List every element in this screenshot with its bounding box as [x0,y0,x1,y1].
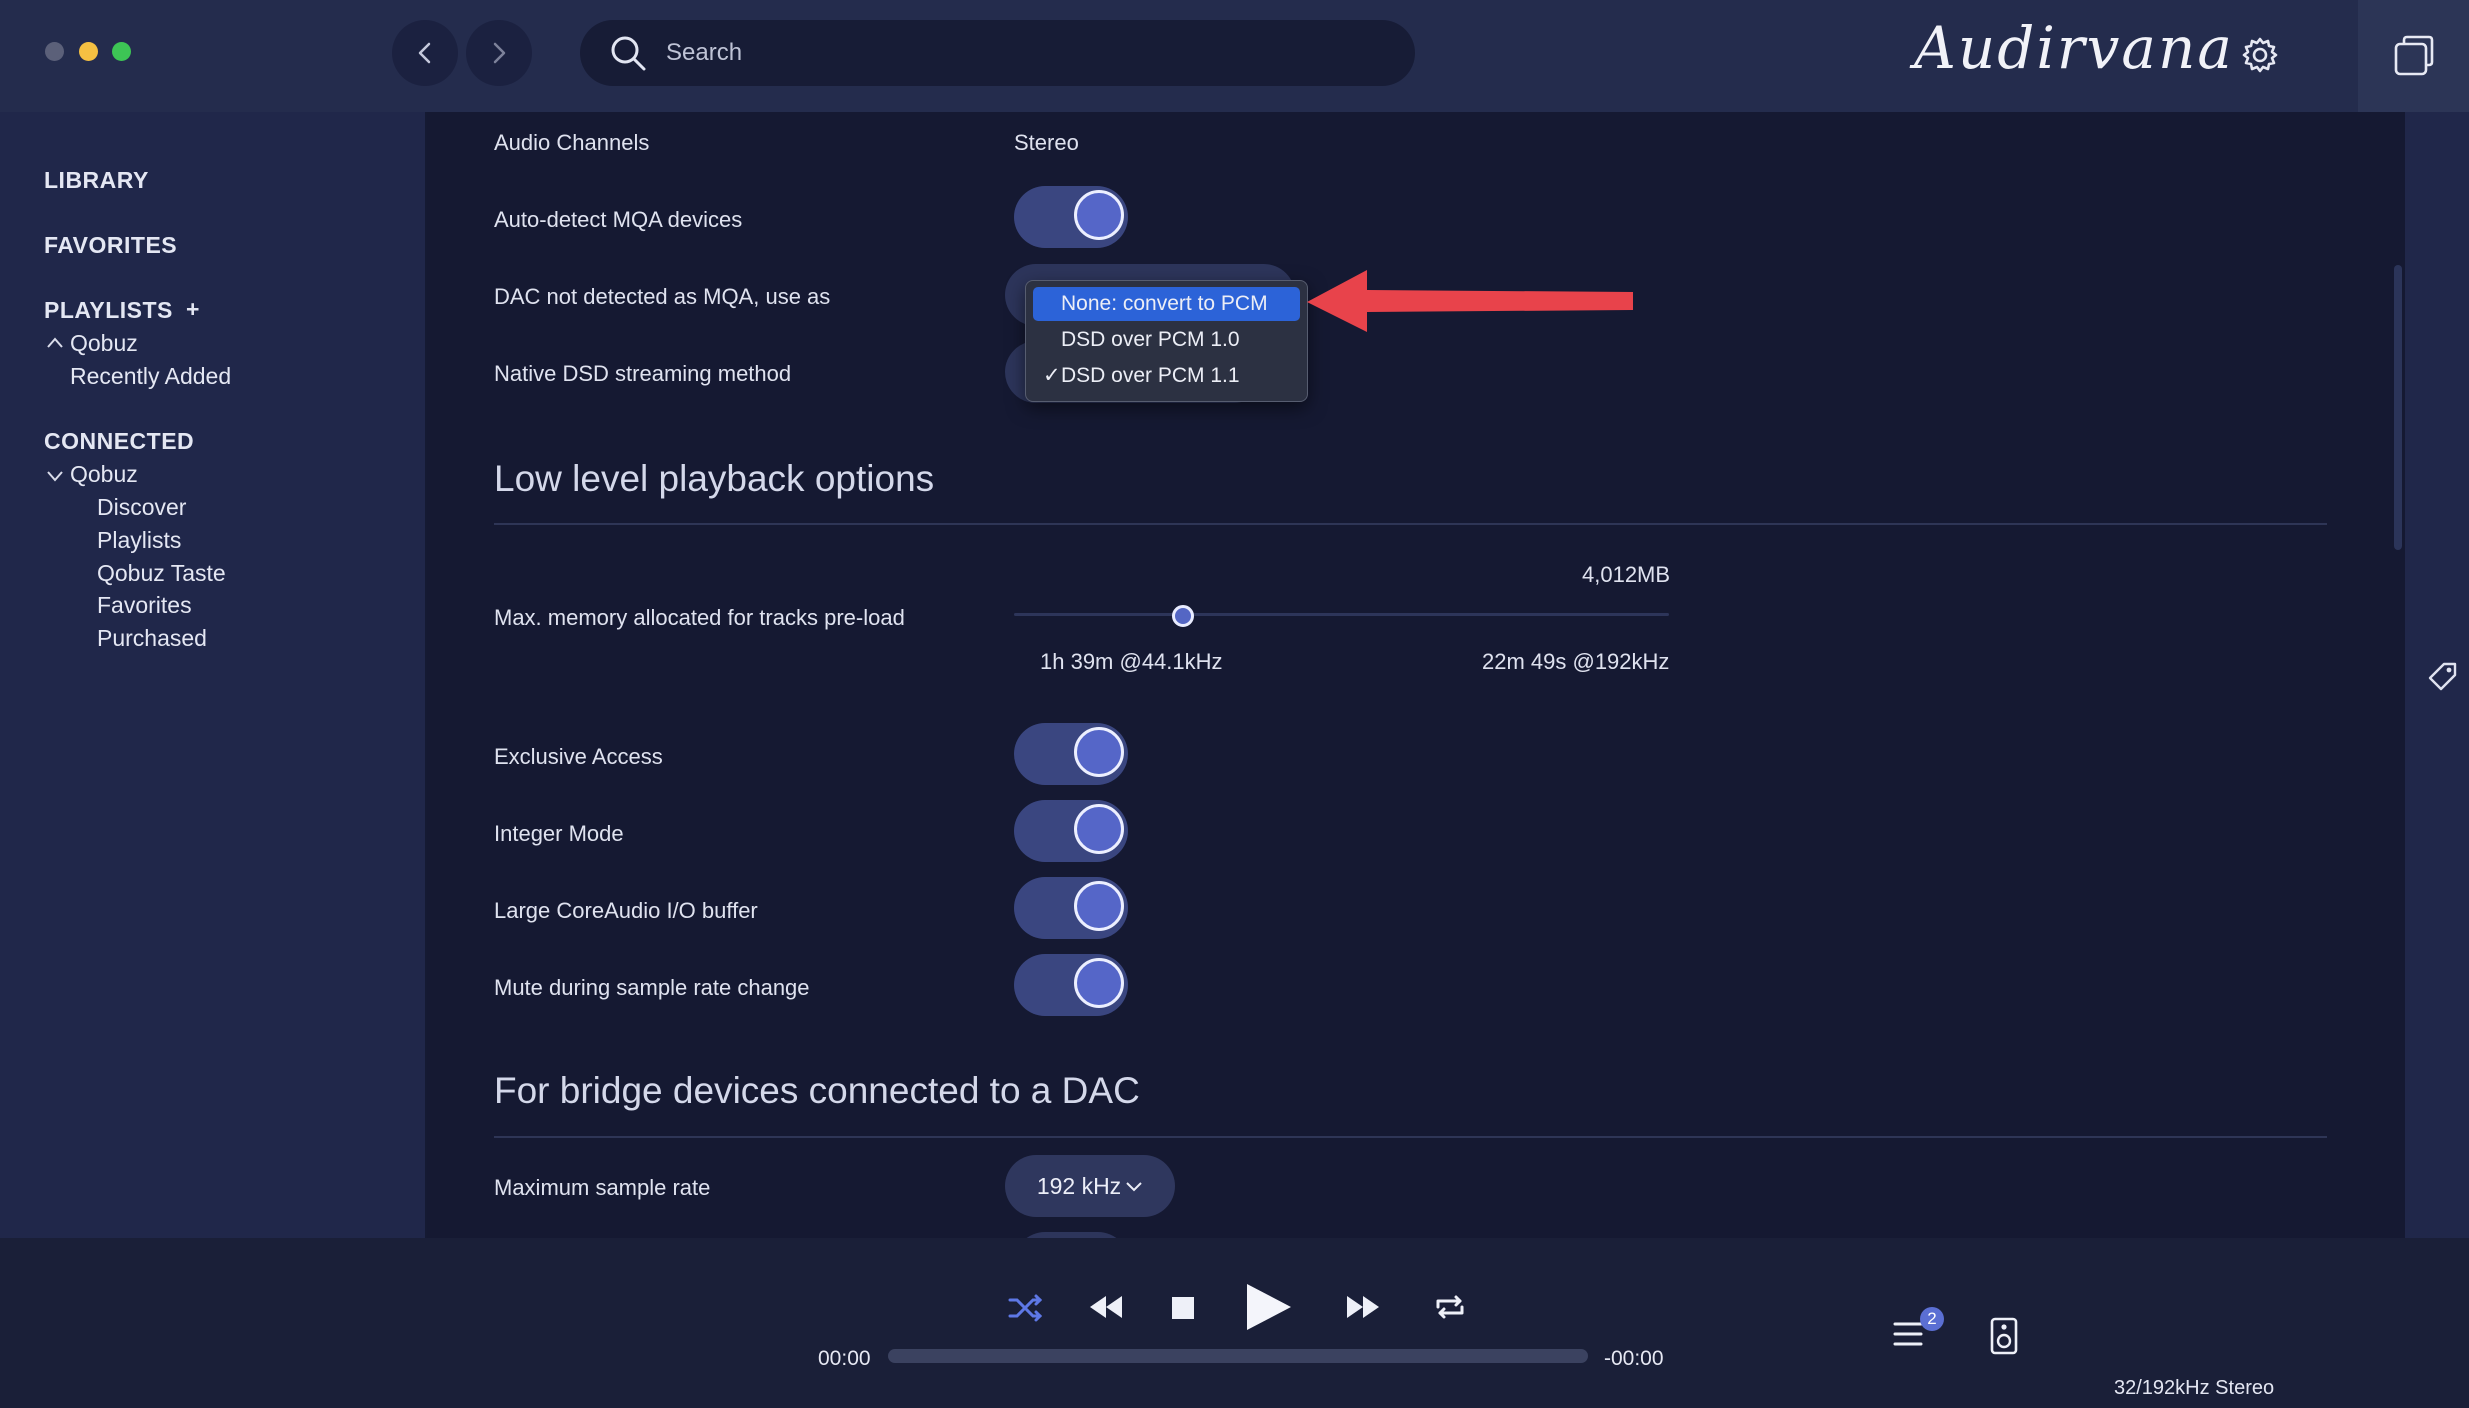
repeat-icon[interactable] [1434,1293,1466,1321]
memory-label: Max. memory allocated for tracks pre-loa… [494,605,905,630]
mute-sample-rate-label: Mute during sample rate change [494,975,810,1000]
audio-channels-value: Stereo [1014,130,1079,155]
title-bar: Audirvana [0,0,2469,112]
sidebar-item-qobuz-connected[interactable]: Qobuz [70,461,138,488]
speaker-icon[interactable] [1990,1317,2018,1355]
sidebar-item-purchased[interactable]: Purchased [97,625,207,652]
menu-item-dsd-over-pcm-11[interactable]: ✓ DSD over PCM 1.1 [1033,359,1300,393]
toggle-knob [1074,958,1124,1008]
search-input[interactable] [664,38,1368,68]
red-arrow-annotation [1307,270,1633,332]
chevron-up-icon[interactable] [46,336,64,350]
sidebar-item-playlists-qobuz[interactable]: Playlists [97,527,181,554]
sidebar-item-discover[interactable]: Discover [97,494,186,521]
exclusive-access-label: Exclusive Access [494,744,663,769]
sidebar-item-favorites[interactable]: FAVORITES [44,232,177,259]
forward-button[interactable] [466,20,532,86]
low-level-section-title: Low level playback options [494,458,935,499]
sidebar: LIBRARY FAVORITES PLAYLISTS + Qobuz Rece… [0,112,427,1238]
memory-slider-thumb[interactable] [1172,605,1194,627]
dac-mode-popup-menu: None: convert to PCM DSD over PCM 1.0 ✓ … [1025,280,1308,402]
search-icon [611,36,646,71]
sidebar-item-favorites-qobuz[interactable]: Favorites [97,592,192,619]
mqa-autodetect-toggle[interactable] [1014,186,1128,248]
chevron-left-icon [418,42,431,64]
sidebar-item-qobuz-taste[interactable]: Qobuz Taste [97,560,226,587]
sidebar-item-playlists[interactable]: PLAYLISTS [44,297,173,324]
back-button[interactable] [392,20,458,86]
section-divider [494,1136,2327,1138]
mute-sample-rate-toggle[interactable] [1014,954,1128,1016]
toggle-knob [1074,881,1124,931]
dac-not-mqa-label: DAC not detected as MQA, use as [494,284,831,309]
mqa-autodetect-label: Auto-detect MQA devices [494,207,743,232]
settings-scrollbar[interactable] [2394,265,2402,550]
fast-forward-icon[interactable] [1345,1294,1381,1320]
integer-mode-toggle[interactable] [1014,800,1128,862]
max-sample-rate-dropdown[interactable]: 192 kHz [1005,1155,1175,1217]
native-dsd-label: Native DSD streaming method [494,361,792,386]
rewind-icon[interactable] [1088,1294,1124,1320]
queue-icon[interactable] [1893,1320,1923,1348]
integer-mode-label: Integer Mode [494,821,624,846]
menu-item-none-convert-pcm[interactable]: None: convert to PCM [1033,287,1300,321]
toggle-knob [1074,190,1124,240]
coreaudio-buffer-toggle[interactable] [1014,877,1128,939]
app-logo: Audirvana [1914,14,2234,82]
add-playlist-button[interactable]: + [186,296,200,323]
toggle-knob [1074,804,1124,854]
gear-icon[interactable] [2240,35,2280,75]
playback-progress-bar[interactable] [888,1349,1588,1363]
player-bar [0,1238,2469,1408]
search-bar[interactable] [580,20,1415,86]
bridge-section-title: For bridge devices connected to a DAC [494,1070,1140,1111]
shuffle-icon[interactable] [1008,1293,1044,1323]
sidebar-item-library[interactable]: LIBRARY [44,167,149,194]
play-icon[interactable] [1245,1282,1293,1332]
audio-format-readout: 32/192kHz Stereo [2114,1377,2275,1399]
max-sample-rate-label: Maximum sample rate [494,1175,711,1200]
memory-left-hint: 1h 39m @44.1kHz [1040,649,1223,674]
chevron-down-icon [1126,1182,1142,1192]
menu-item-dsd-over-pcm-10[interactable]: DSD over PCM 1.0 [1033,323,1300,357]
window-maximize-button[interactable] [112,42,131,61]
window-close-button[interactable] [45,42,64,61]
panel-icon [2394,35,2433,76]
chevron-right-icon [493,42,506,64]
remaining-time: -00:00 [1604,1347,1664,1370]
stop-icon[interactable] [1172,1297,1194,1319]
toggle-right-panel-button[interactable] [2358,0,2469,112]
exclusive-access-toggle[interactable] [1014,723,1128,785]
section-divider [494,523,2327,525]
checkmark-icon: ✓ [1043,364,1061,387]
sidebar-item-connected[interactable]: CONNECTED [44,428,194,455]
memory-right-hint: 22m 49s @192kHz [1482,649,1670,674]
toggle-knob [1074,727,1124,777]
window-minimize-button[interactable] [79,42,98,61]
sidebar-item-recently-added[interactable]: Recently Added [70,363,231,390]
memory-value: 4,012MB [1582,562,1671,587]
audio-channels-label: Audio Channels [494,130,650,155]
max-sample-rate-value: 192 kHz [1036,1172,1122,1199]
coreaudio-buffer-label: Large CoreAudio I/O buffer [494,898,758,923]
queue-count-badge: 2 [1920,1307,1944,1331]
elapsed-time: 00:00 [818,1347,871,1370]
chevron-down-icon[interactable] [46,469,64,483]
tag-icon[interactable] [2426,660,2460,694]
sidebar-item-qobuz-playlists[interactable]: Qobuz [70,330,138,357]
memory-slider-track[interactable] [1014,613,1669,616]
